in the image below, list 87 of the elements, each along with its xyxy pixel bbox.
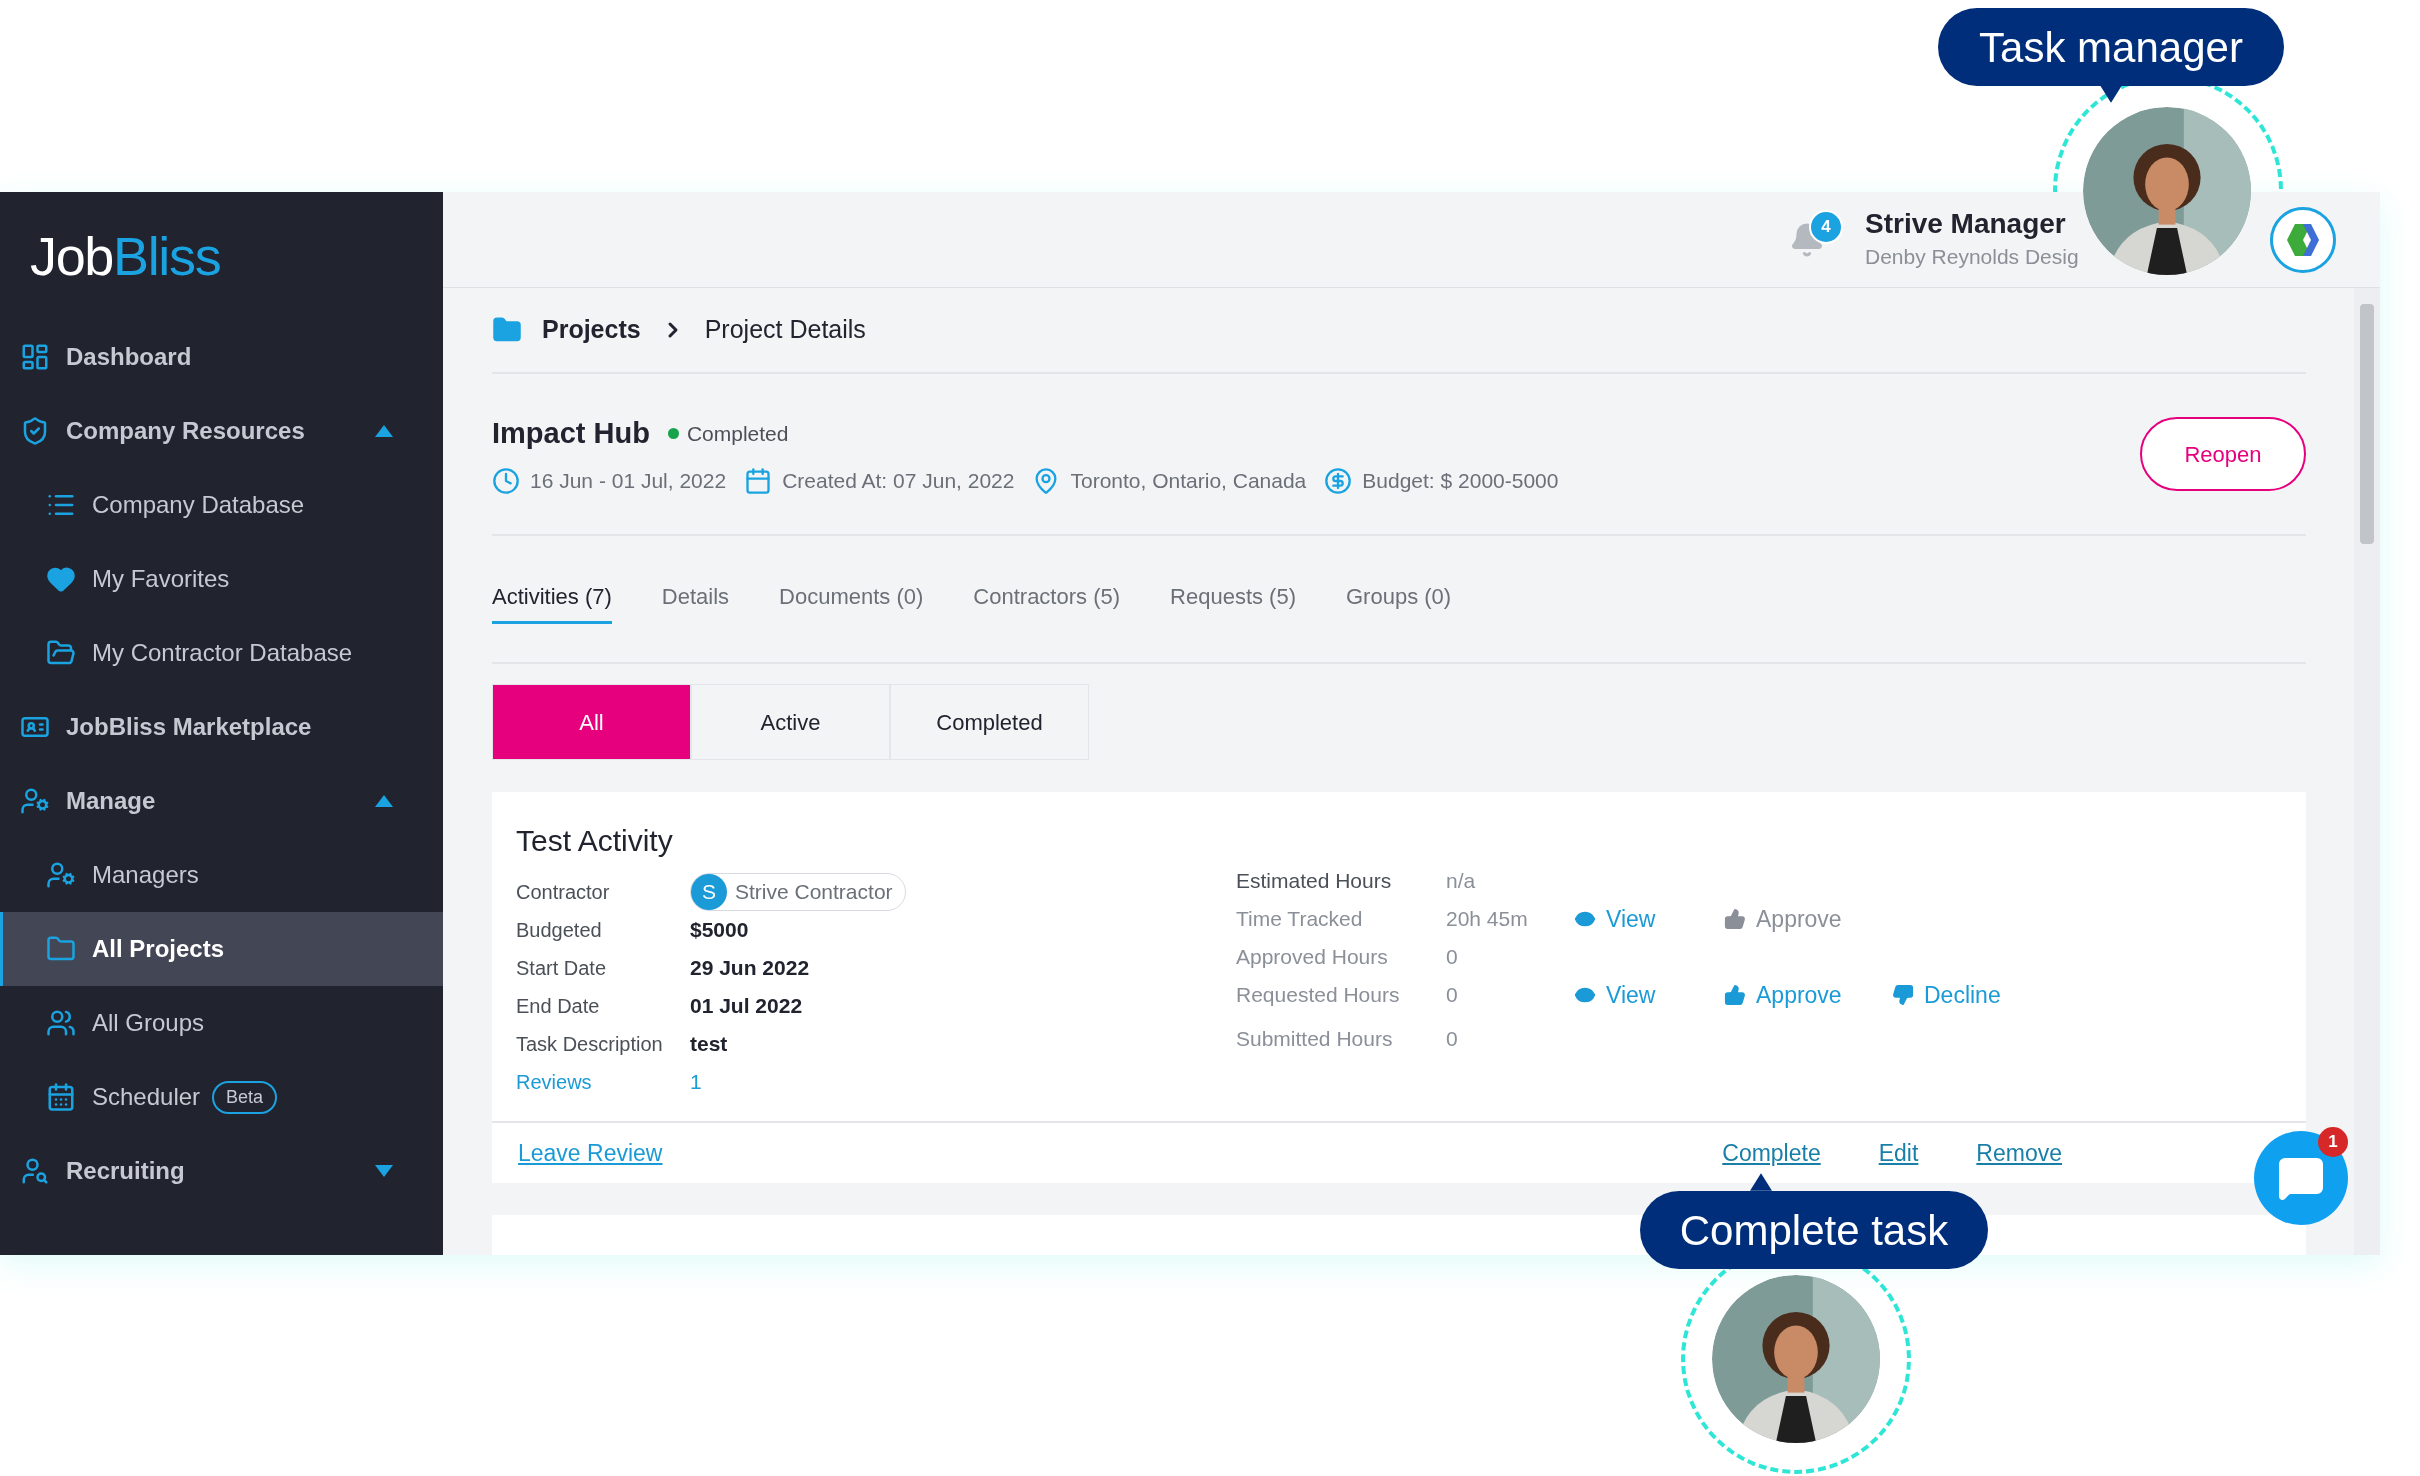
view-link[interactable]: View: [1574, 977, 1724, 1013]
meta-text: Created At: 07 Jun, 2022: [782, 468, 1015, 494]
tab[interactable]: Activities (7): [492, 580, 612, 624]
field-value: $5000: [690, 917, 749, 944]
user-gear-icon: [46, 860, 76, 890]
callout-pointer: [2100, 85, 2122, 103]
project-title: Impact Hub: [492, 415, 650, 451]
field-value: test: [690, 1031, 728, 1058]
card-action-link[interactable]: Remove: [1976, 1135, 2062, 1171]
breadcrumb-current: Project Details: [704, 314, 866, 346]
sidebar-item[interactable]: Managers: [0, 838, 443, 912]
view-link[interactable]: View: [1574, 901, 1724, 937]
thumbs-up-icon: [1724, 984, 1746, 1006]
field-label: Budgeted: [516, 918, 603, 943]
meta-text: Budget: $ 2000-5000: [1362, 468, 1559, 494]
caret-icon[interactable]: [375, 795, 393, 807]
dollar-icon: [1324, 466, 1353, 495]
hours-label: Submitted Hours: [1236, 1026, 1394, 1053]
sidebar-item[interactable]: All Groups: [0, 986, 443, 1060]
sidebar-item[interactable]: My Favorites: [0, 542, 443, 616]
hours-value: n/a: [1446, 868, 1477, 895]
calendar-icon: [744, 466, 773, 495]
filter-button[interactable]: Completed: [890, 684, 1089, 760]
reopen-button[interactable]: Reopen: [2140, 417, 2306, 491]
sidebar-item[interactable]: My Contractor Database: [0, 616, 443, 690]
beta-badge: Beta: [212, 1080, 278, 1114]
user-search-icon: [20, 1156, 50, 1186]
callout-bubble: Task manager: [1938, 8, 2284, 86]
approve-link[interactable]: Approve: [1724, 977, 1892, 1013]
card-action-link[interactable]: Edit: [1878, 1135, 1919, 1171]
hours-value: 20h 45m: [1446, 906, 1529, 933]
activity-title: Test Activity: [516, 823, 674, 859]
caret-icon[interactable]: [375, 1165, 393, 1177]
clock-icon: [492, 466, 520, 495]
field-label: End Date: [516, 994, 601, 1019]
card-action-link[interactable]: Complete: [1722, 1135, 1821, 1171]
scrollbar[interactable]: [2354, 288, 2380, 1255]
sidebar-item[interactable]: Scheduler Beta: [0, 1060, 443, 1134]
hours-value: 0: [1446, 982, 1459, 1009]
company-name: Denby Reynolds Desig: [1865, 244, 2080, 271]
meta-text: 16 Jun - 01 Jul, 2022: [530, 468, 727, 494]
tab[interactable]: Documents (0): [779, 580, 924, 624]
hours-label: Time Tracked: [1236, 906, 1364, 933]
sidebar-item[interactable]: Dashboard: [0, 320, 443, 394]
sidebar-item[interactable]: JobBliss Marketplace: [0, 690, 443, 764]
notification-badge: 4: [1809, 209, 1843, 244]
tab[interactable]: Contractors (5): [973, 580, 1121, 624]
chat-badge: 1: [2318, 1127, 2348, 1157]
hours-value: 0: [1446, 1026, 1459, 1053]
hours-label: Approved Hours: [1236, 944, 1389, 971]
user-gear-icon: [20, 786, 50, 816]
field-value: 29 Jun 2022: [690, 955, 810, 982]
sidebar-item[interactable]: Recruiting: [0, 1134, 443, 1208]
breadcrumb-link[interactable]: Projects: [542, 311, 641, 349]
thumbs-down-icon: [1892, 984, 1914, 1006]
decline-link[interactable]: Decline: [1892, 977, 2060, 1013]
sidebar-item[interactable]: Company Database: [0, 468, 443, 542]
users-icon: [46, 1008, 76, 1038]
dashboard-icon: [20, 342, 50, 372]
field-label: Start Date: [516, 956, 608, 981]
leave-review-link[interactable]: Leave Review: [518, 1135, 663, 1171]
logo: JobBliss: [30, 224, 221, 288]
sidebar-item[interactable]: All Projects: [0, 912, 443, 986]
filter-button[interactable]: Active: [691, 684, 890, 760]
meta-text: Toronto, Ontario, Canada: [1070, 468, 1307, 494]
hours-label: Estimated Hours: [1236, 868, 1393, 895]
caret-icon[interactable]: [375, 425, 393, 437]
reviews-count-link[interactable]: 1: [690, 1066, 702, 1098]
tab[interactable]: Groups (0): [1346, 580, 1452, 624]
field-label: Task Description: [516, 1032, 664, 1057]
hours-value: 0: [1446, 944, 1459, 971]
tab[interactable]: Details: [661, 580, 730, 624]
avatar-initial: S: [691, 874, 727, 910]
user-name: Strive Manager: [1865, 207, 2067, 242]
tab[interactable]: Requests (5): [1170, 580, 1296, 624]
status-label: Completed: [686, 420, 789, 447]
field-label: Contractor: [516, 880, 611, 905]
field-label: Reviews: [516, 1070, 593, 1095]
field-value: 01 Jul 2022: [690, 993, 803, 1020]
filter-button[interactable]: All: [492, 684, 691, 760]
calendar-icon: [46, 1082, 76, 1112]
callout-pointer: [1750, 1172, 1772, 1192]
sidebar-item[interactable]: Manage: [0, 764, 443, 838]
callout-bubble: Complete task: [1640, 1191, 1988, 1269]
hours-label: Requested Hours: [1236, 982, 1401, 1009]
thumbs-up-icon: [1724, 908, 1746, 930]
sidebar-item[interactable]: Company Resources: [0, 394, 443, 468]
